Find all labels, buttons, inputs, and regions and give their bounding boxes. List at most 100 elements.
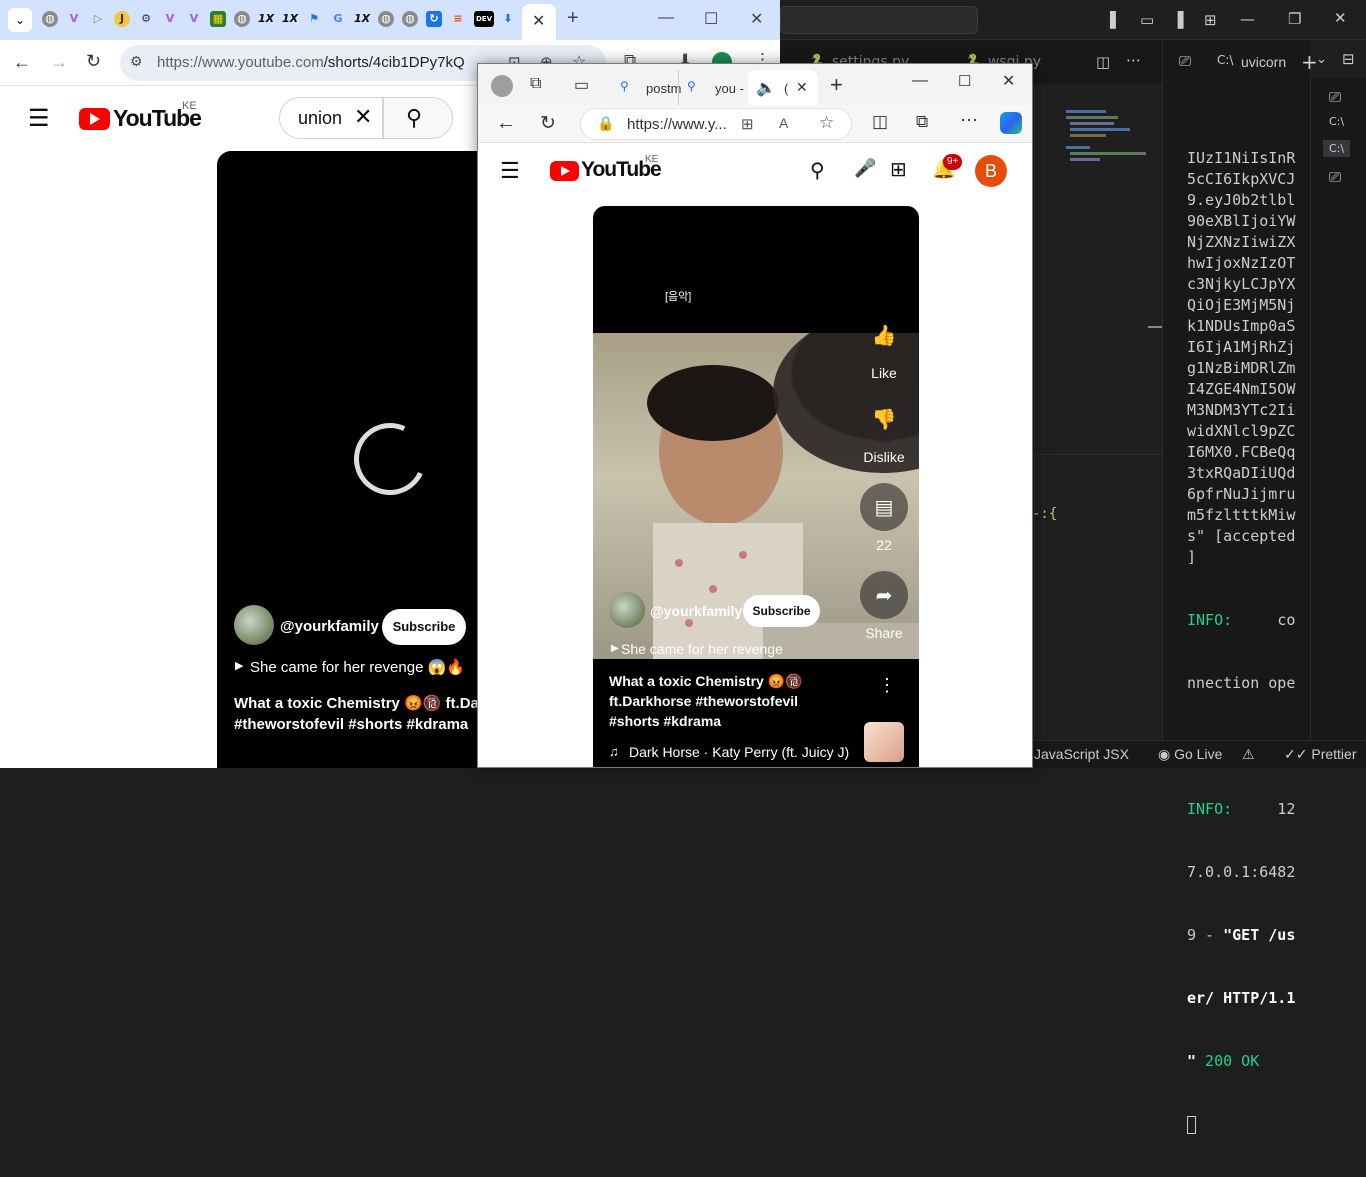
- dislike-button[interactable]: 👎 Dislike: [860, 395, 908, 465]
- toggle-panel-icon[interactable]: ▭: [1140, 11, 1154, 29]
- sash[interactable]: [1148, 326, 1162, 328]
- customize-layout-icon[interactable]: ⊞: [1204, 11, 1217, 29]
- tab-favicon-v-icon[interactable]: V: [66, 11, 82, 27]
- reload-icon[interactable]: ↻: [86, 51, 101, 72]
- restore-icon[interactable]: ❐: [1288, 10, 1301, 28]
- forward-icon[interactable]: →: [50, 52, 68, 73]
- shorts-player[interactable]: @yourkfamily Subscribe ▶ She came for he…: [217, 151, 487, 768]
- edge-reload-icon[interactable]: ↻: [540, 112, 556, 135]
- music-thumbnail[interactable]: [864, 722, 904, 762]
- tab-favicon-globe3-icon[interactable]: ◍: [378, 11, 394, 27]
- tab-favicon-refresh-icon[interactable]: ↻: [426, 11, 442, 27]
- tab-favicon-chatgpt-icon[interactable]: ⚙: [138, 11, 154, 27]
- edge-tab-close-icon[interactable]: ✕: [796, 79, 808, 96]
- channel-avatar[interactable]: [609, 592, 645, 628]
- channel-avatar[interactable]: [234, 605, 274, 645]
- edge-menu-icon[interactable]: ⋯: [960, 110, 978, 131]
- comments-button[interactable]: ▤ 22: [860, 483, 908, 553]
- collections-icon[interactable]: ⧉: [916, 112, 928, 132]
- edge-new-tab-button[interactable]: +: [830, 72, 843, 98]
- tab-favicon-map-icon[interactable]: ▦: [210, 11, 226, 27]
- tab-favicon-play-icon[interactable]: ▷: [90, 11, 106, 27]
- vertical-tabs-icon[interactable]: ▭: [574, 75, 589, 95]
- yt-search-input[interactable]: union ✕: [279, 97, 383, 139]
- toggle-secondary-sidebar-icon[interactable]: ▐: [1172, 11, 1184, 29]
- favorite-star-icon[interactable]: ☆: [819, 113, 834, 133]
- edge-tab-youtube[interactable]: ⚲ you -: [678, 70, 746, 105]
- tab-favicon-1x-icon[interactable]: 1X: [258, 11, 274, 27]
- minimap[interactable]: [1066, 110, 1146, 180]
- video-description-line3[interactable]: #shorts #kdrama: [609, 713, 721, 729]
- new-tab-button[interactable]: +: [567, 7, 579, 30]
- chrome-maximize-icon[interactable]: ☐: [704, 9, 718, 29]
- edge-minimize-icon[interactable]: —: [912, 72, 928, 90]
- code-editor-area[interactable]: [1034, 84, 1162, 740]
- read-aloud-icon[interactable]: A: [779, 115, 788, 131]
- video-description-line2[interactable]: #theworstofevil #shorts #kdrama: [234, 716, 468, 733]
- terminal-title[interactable]: uvicorn: [1241, 54, 1286, 70]
- minimize-icon[interactable]: —: [1240, 10, 1255, 28]
- tab-favicon-globe4-icon[interactable]: ◍: [402, 11, 418, 27]
- back-icon[interactable]: ←: [13, 52, 31, 73]
- workspaces-icon[interactable]: ⧉: [530, 75, 541, 93]
- tab-search-icon[interactable]: ⌄: [8, 8, 32, 32]
- lock-icon[interactable]: 🔒: [597, 115, 614, 132]
- like-button[interactable]: 👍 Like: [860, 311, 908, 381]
- tab-favicon-dev-icon[interactable]: DEV: [474, 11, 494, 27]
- site-info-icon[interactable]: ⚙: [130, 53, 143, 70]
- shorts-player[interactable]: [음악] 👍 Like 👎 Dislike ▤ 22 ➦ Share @your…: [593, 206, 919, 767]
- close-icon[interactable]: ✕: [1334, 9, 1347, 27]
- edge-tab-active[interactable]: 🔈 ( ✕: [748, 70, 818, 105]
- create-video-icon[interactable]: ⊞: [890, 157, 907, 182]
- edge-address-bar[interactable]: 🔒 https://www.y... ⊞ A ☆: [580, 108, 852, 140]
- tab-favicon-stack-icon[interactable]: ≡: [450, 11, 466, 27]
- yt-menu-icon[interactable]: ☰: [28, 104, 50, 133]
- clear-search-icon[interactable]: ✕: [354, 104, 372, 130]
- tab-favicon-google-icon[interactable]: G: [330, 11, 346, 27]
- toggle-primary-sidebar-icon[interactable]: ▌: [1110, 11, 1122, 29]
- tab-favicon-v3-icon[interactable]: V: [186, 11, 202, 27]
- music-track[interactable]: Dark Horse · Katy Perry (ft. Juicy J): [629, 744, 849, 760]
- tab-favicon-flag-icon[interactable]: ⚑: [306, 11, 322, 27]
- tab-favicon-globe-icon[interactable]: ◍: [42, 11, 58, 27]
- edge-url-text[interactable]: https://www.y...: [627, 116, 727, 133]
- tab-favicon-globe2-icon[interactable]: ◍: [234, 11, 250, 27]
- terminal-list-item-4[interactable]: ⎚: [1329, 168, 1341, 186]
- chrome-minimize-icon[interactable]: —: [658, 9, 674, 27]
- status-notifications-icon[interactable]: ⚠: [1242, 746, 1255, 763]
- tab-favicon-download-icon[interactable]: ⬇: [500, 11, 516, 27]
- tab-favicon-1x2-icon[interactable]: 1X: [282, 11, 298, 27]
- status-language[interactable]: JavaScript JSX: [1034, 746, 1129, 762]
- split-editor-icon[interactable]: ◫: [1096, 53, 1110, 71]
- terminal-list-item-3[interactable]: C:\: [1323, 140, 1351, 157]
- edge-profile-icon[interactable]: [491, 75, 513, 97]
- tab-favicon-v2-icon[interactable]: V: [162, 11, 178, 27]
- chrome-active-tab[interactable]: ✕: [522, 4, 556, 40]
- tab-favicon-1x3-icon[interactable]: 1X: [354, 11, 370, 27]
- subscribe-button[interactable]: Subscribe: [382, 609, 466, 645]
- account-avatar[interactable]: B: [975, 155, 1007, 187]
- audio-title[interactable]: She came for her revenge: [621, 641, 783, 657]
- status-go-live[interactable]: ◉ Go Live: [1158, 746, 1222, 763]
- yt-search-button[interactable]: ⚲: [383, 97, 453, 139]
- more-options-icon[interactable]: ⋮: [878, 675, 896, 696]
- tab-favicon-j-icon[interactable]: J: [114, 11, 130, 27]
- audio-playing-icon[interactable]: 🔈: [756, 78, 776, 98]
- yt-menu-icon[interactable]: ☰: [500, 158, 520, 184]
- terminal-list-item-1[interactable]: ⎚: [1329, 88, 1341, 106]
- maximize-panel-icon[interactable]: ⊟: [1342, 50, 1355, 68]
- chrome-close-icon[interactable]: ✕: [750, 9, 763, 29]
- subscribe-button[interactable]: Subscribe: [743, 595, 820, 627]
- edge-tab-postman[interactable]: ⚲ postm: [612, 70, 681, 105]
- edge-maximize-icon[interactable]: ☐: [958, 72, 971, 90]
- channel-name[interactable]: @yourkfamily: [280, 618, 379, 635]
- tab-close-icon[interactable]: ✕: [532, 11, 545, 31]
- chrome-url-text[interactable]: https://www.youtube.com/shorts/4cib1DPy7…: [157, 54, 465, 71]
- status-prettier[interactable]: ✓✓ Prettier: [1284, 746, 1356, 763]
- terminal-list-item-2[interactable]: C:\: [1329, 115, 1344, 128]
- split-screen-icon[interactable]: ◫: [872, 112, 888, 132]
- more-actions-icon[interactable]: ⋯: [1126, 51, 1141, 69]
- audio-title[interactable]: She came for her revenge 😱🔥: [250, 658, 465, 676]
- app-available-icon[interactable]: ⊞: [741, 115, 754, 133]
- search-icon[interactable]: ⚲: [810, 158, 825, 183]
